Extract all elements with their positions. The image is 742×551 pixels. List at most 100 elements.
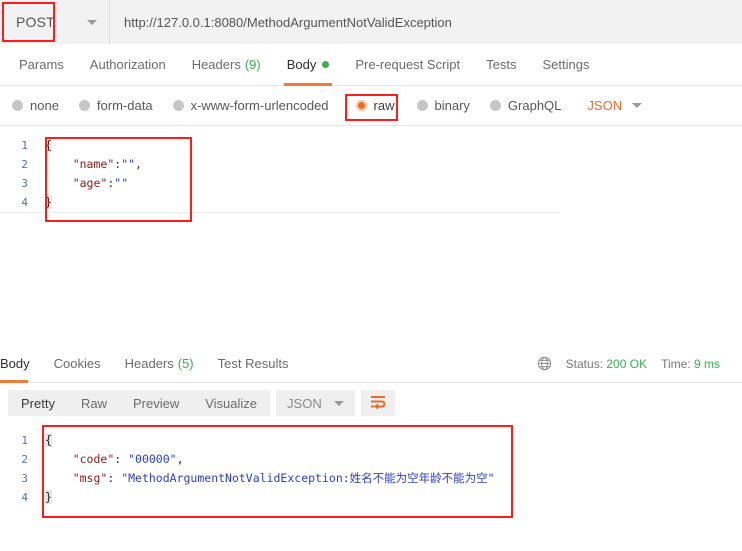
tab-headers[interactable]: Headers (9) bbox=[179, 44, 274, 86]
radio-selected-icon bbox=[355, 100, 367, 111]
time-label: Time: bbox=[661, 356, 691, 371]
json-colon: : bbox=[114, 452, 129, 466]
radio-icon bbox=[489, 100, 501, 111]
code-line: 4 } bbox=[0, 193, 560, 213]
json-brace: { bbox=[45, 433, 52, 447]
json-value: "MethodArgumentNotValidException:姓名不能为空年… bbox=[121, 471, 495, 485]
code-line: 4 } bbox=[0, 488, 742, 507]
body-type-row: none form-data x-www-form-urlencoded raw… bbox=[0, 86, 742, 126]
body-type-binary[interactable]: binary bbox=[416, 98, 470, 113]
json-value: "" bbox=[114, 176, 129, 190]
line-number: 2 bbox=[21, 158, 28, 171]
line-number: 1 bbox=[21, 434, 28, 447]
chevron-down-icon[interactable] bbox=[333, 400, 344, 406]
http-method-label: POST bbox=[16, 14, 55, 30]
tab-body-label: Body bbox=[286, 57, 317, 72]
json-value: "00000" bbox=[128, 452, 177, 466]
json-comma: , bbox=[135, 157, 142, 171]
status-badge[interactable]: Status: 200 OK bbox=[566, 357, 647, 371]
code-line: 3 "msg": "MethodArgumentNotValidExceptio… bbox=[0, 469, 742, 488]
tab-settings-label: Settings bbox=[542, 57, 590, 72]
body-type-urlencoded-label: x-www-form-urlencoded bbox=[190, 98, 329, 113]
json-key: "code" bbox=[72, 452, 115, 466]
chevron-down-icon[interactable] bbox=[87, 19, 97, 25]
view-mode-pretty[interactable]: Pretty bbox=[8, 390, 68, 416]
body-type-none-label: none bbox=[30, 98, 59, 113]
response-tab-body[interactable]: Body bbox=[0, 345, 42, 383]
tab-pre-request-script[interactable]: Pre-request Script bbox=[342, 44, 473, 86]
request-code-area[interactable]: 1 { 2 "name":"", 3 "age":"" 4 } bbox=[0, 127, 742, 213]
body-type-form-data-label: form-data bbox=[96, 98, 153, 113]
request-body-editor[interactable]: 1 { 2 "name":"", 3 "age":"" 4 } bbox=[0, 127, 742, 346]
body-type-urlencoded[interactable]: x-www-form-urlencoded bbox=[172, 98, 329, 113]
response-format-label: JSON bbox=[287, 395, 322, 411]
code-content: } bbox=[38, 488, 52, 507]
code-line: 1 { bbox=[0, 431, 742, 450]
tab-params[interactable]: Params bbox=[6, 44, 77, 86]
time-badge[interactable]: Time: 9 ms bbox=[661, 357, 720, 371]
json-brace: } bbox=[45, 195, 52, 209]
body-type-graphql-label: GraphQL bbox=[507, 98, 562, 113]
tab-params-label: Params bbox=[19, 57, 64, 72]
body-type-none[interactable]: none bbox=[12, 98, 59, 113]
view-mode-raw[interactable]: Raw bbox=[67, 390, 120, 416]
radio-icon bbox=[416, 100, 428, 111]
tab-tests-label: Tests bbox=[486, 57, 517, 72]
response-tab-bar: Body Cookies Headers (5) Test Results St… bbox=[0, 345, 742, 383]
json-comma: , bbox=[176, 452, 184, 466]
response-tab-test-results[interactable]: Test Results bbox=[206, 345, 301, 383]
line-number: 1 bbox=[21, 139, 28, 152]
response-tab-test-results-label: Test Results bbox=[217, 356, 289, 371]
json-key: "name" bbox=[72, 157, 115, 171]
line-number: 2 bbox=[21, 453, 28, 466]
response-tab-headers-label: Headers bbox=[124, 356, 174, 371]
view-mode-preview-label: Preview bbox=[132, 395, 180, 411]
body-type-graphql[interactable]: GraphQL bbox=[489, 98, 562, 113]
code-content: "msg": "MethodArgumentNotValidException:… bbox=[38, 469, 495, 488]
view-mode-raw-label: Raw bbox=[80, 395, 107, 411]
json-colon: : bbox=[107, 471, 122, 485]
wrap-lines-button[interactable] bbox=[360, 390, 395, 416]
wrap-lines-icon bbox=[369, 394, 387, 413]
code-line: 2 "code": "00000", bbox=[0, 450, 742, 469]
response-tab-headers-count: (5) bbox=[177, 356, 194, 371]
tab-headers-count: (9) bbox=[244, 57, 261, 72]
request-url-bar: POST http://127.0.0.1:8080/MethodArgumen… bbox=[0, 0, 742, 45]
http-method-selector[interactable]: POST bbox=[0, 0, 110, 44]
view-mode-visualize[interactable]: Visualize bbox=[192, 390, 271, 416]
tab-authorization[interactable]: Authorization bbox=[77, 44, 179, 86]
url-input[interactable]: http://127.0.0.1:8080/MethodArgumentNotV… bbox=[110, 0, 742, 44]
response-status-group: Status: 200 OK Time: 9 ms bbox=[537, 356, 742, 371]
radio-icon bbox=[12, 100, 23, 111]
radio-icon bbox=[172, 100, 184, 111]
code-content: "name":"", bbox=[38, 155, 142, 174]
view-mode-preview[interactable]: Preview bbox=[119, 390, 193, 416]
body-type-raw-label: raw bbox=[373, 98, 395, 113]
tab-settings[interactable]: Settings bbox=[529, 44, 602, 86]
json-key: "msg" bbox=[72, 471, 108, 485]
code-content: "age":"" bbox=[38, 174, 128, 193]
body-type-form-data[interactable]: form-data bbox=[78, 98, 153, 113]
line-number: 3 bbox=[21, 472, 28, 485]
body-format-label: JSON bbox=[587, 98, 623, 113]
globe-icon[interactable] bbox=[537, 356, 552, 371]
tab-body[interactable]: Body bbox=[274, 44, 343, 86]
body-indicator-dot-icon bbox=[322, 61, 330, 68]
line-number: 3 bbox=[21, 177, 28, 190]
response-format-selector[interactable]: JSON bbox=[276, 390, 355, 416]
json-value: "" bbox=[121, 157, 136, 171]
body-format-selector[interactable]: JSON bbox=[587, 98, 643, 113]
response-tab-cookies-label: Cookies bbox=[53, 356, 101, 371]
code-line: 3 "age":"" bbox=[0, 174, 742, 193]
response-body-viewer[interactable]: 1 { 2 "code": "00000", 3 "msg": "MethodA… bbox=[0, 423, 742, 551]
tab-tests[interactable]: Tests bbox=[473, 44, 529, 86]
body-type-raw[interactable]: raw bbox=[355, 98, 395, 113]
json-brace: } bbox=[45, 490, 52, 504]
chevron-down-icon[interactable] bbox=[632, 103, 643, 108]
json-key: "age" bbox=[72, 176, 108, 190]
code-content: { bbox=[38, 136, 52, 155]
body-type-binary-label: binary bbox=[434, 98, 470, 113]
response-tab-cookies[interactable]: Cookies bbox=[42, 345, 113, 383]
time-value: 9 ms bbox=[693, 356, 720, 371]
response-tab-headers[interactable]: Headers (5) bbox=[113, 345, 206, 383]
